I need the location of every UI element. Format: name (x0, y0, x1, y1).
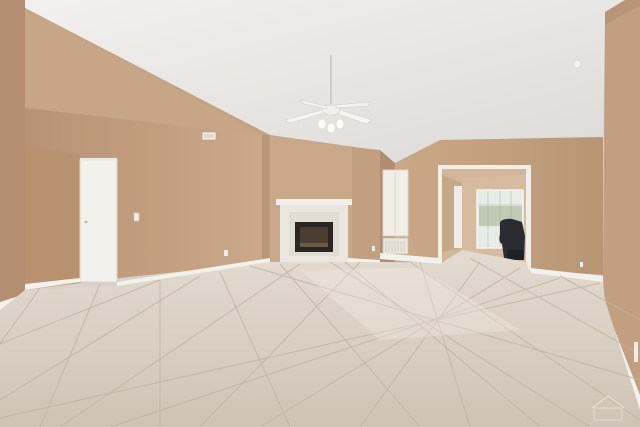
fireplace-mantel (276, 199, 352, 205)
firebox-inner (300, 227, 328, 245)
room-illustration (0, 0, 640, 427)
hvac-vent (201, 131, 217, 141)
light-switch[interactable] (133, 212, 140, 222)
doorway-frame-left (438, 168, 442, 264)
vent-slats (385, 241, 405, 252)
wall-outlet-far-right (634, 342, 638, 362)
firebox-grate (300, 243, 328, 247)
armchair-base (507, 250, 524, 260)
door-knob[interactable] (84, 220, 88, 224)
fireplace-wall-side (262, 135, 270, 262)
room-photo (0, 0, 640, 427)
wall-column (352, 147, 380, 262)
smoke-detector (572, 59, 582, 69)
left-wall-edge (0, 0, 25, 310)
wall-outlet-fireplace (372, 246, 375, 251)
wall-outlet-right (580, 262, 583, 267)
closet-door[interactable] (382, 169, 409, 237)
doorway-frame-top (438, 165, 531, 169)
door-frame-top (80, 158, 117, 161)
left-recess (25, 145, 80, 290)
doorway-frame-right (526, 165, 531, 273)
wall-outlet-left (224, 250, 228, 256)
hallway-door[interactable] (454, 186, 462, 248)
